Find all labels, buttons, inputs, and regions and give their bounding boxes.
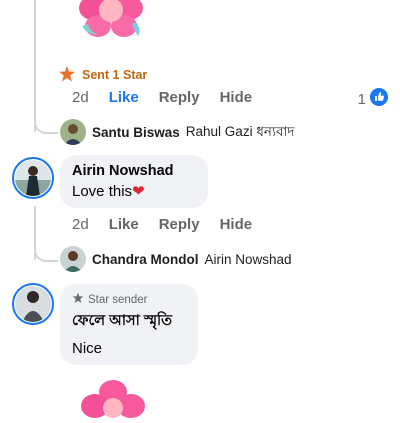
avatar[interactable]: [12, 283, 54, 325]
hide-button[interactable]: Hide: [220, 216, 253, 233]
reply-button[interactable]: Reply: [159, 89, 200, 106]
avatar: [60, 119, 86, 145]
sent-star-label: Sent 1 Star: [82, 68, 148, 82]
thread-line: [34, 0, 36, 132]
like-button[interactable]: Like: [109, 216, 139, 233]
hide-button[interactable]: Hide: [220, 89, 253, 106]
reply-author-name: Santu Biswas: [92, 124, 180, 140]
comment-text: Love this❤: [72, 182, 196, 200]
comment-author[interactable]: ফেলে আসা স্মৃতি: [72, 310, 186, 334]
avatar: [60, 246, 86, 272]
star-icon: [58, 65, 76, 86]
reaction-count: 1: [357, 90, 366, 108]
star-sender-label: Star sender: [88, 293, 148, 306]
avatar[interactable]: [12, 157, 54, 199]
star-icon: [72, 292, 84, 307]
reply-preview[interactable]: Santu Biswas Rahul Gazi ধন্যবাদ: [60, 119, 294, 145]
reply-preview[interactable]: Chandra Mondol Airin Nowshad: [60, 246, 292, 272]
reply-text: Airin Nowshad: [204, 251, 292, 267]
comment-bubble[interactable]: Star sender ফেলে আসা স্মৃতি Nice: [60, 284, 198, 365]
comment-author[interactable]: Airin Nowshad: [72, 163, 196, 179]
heart-emoji-icon: ❤: [132, 183, 145, 200]
comment-time: 2d: [72, 89, 89, 106]
reply-text: Rahul Gazi ধন্যবাদ: [185, 123, 295, 139]
comment-text: Nice: [72, 340, 103, 357]
reaction-summary[interactable]: 1: [358, 88, 388, 110]
sent-star-badge: Sent 1 Star: [58, 65, 148, 86]
comment-bubble[interactable]: Airin Nowshad Love this❤: [60, 155, 208, 208]
like-button[interactable]: Like: [109, 89, 139, 106]
like-thumb-icon: [370, 88, 388, 110]
comment-text-content: Love this: [72, 183, 133, 200]
comment-time: 2d: [72, 216, 89, 233]
star-sender-badge: Star sender: [72, 292, 186, 307]
comment-actions: 2d Like Reply Hide: [72, 89, 272, 106]
comment-actions: 2d Like Reply Hide: [72, 216, 272, 233]
flower-sticker-icon: [76, 0, 146, 48]
flower-sticker-icon: [78, 378, 148, 418]
reply-author-name: Chandra Mondol: [92, 251, 199, 267]
thread-line-curve: [34, 246, 58, 262]
reply-button[interactable]: Reply: [159, 216, 200, 233]
thread-line-curve: [34, 118, 58, 134]
